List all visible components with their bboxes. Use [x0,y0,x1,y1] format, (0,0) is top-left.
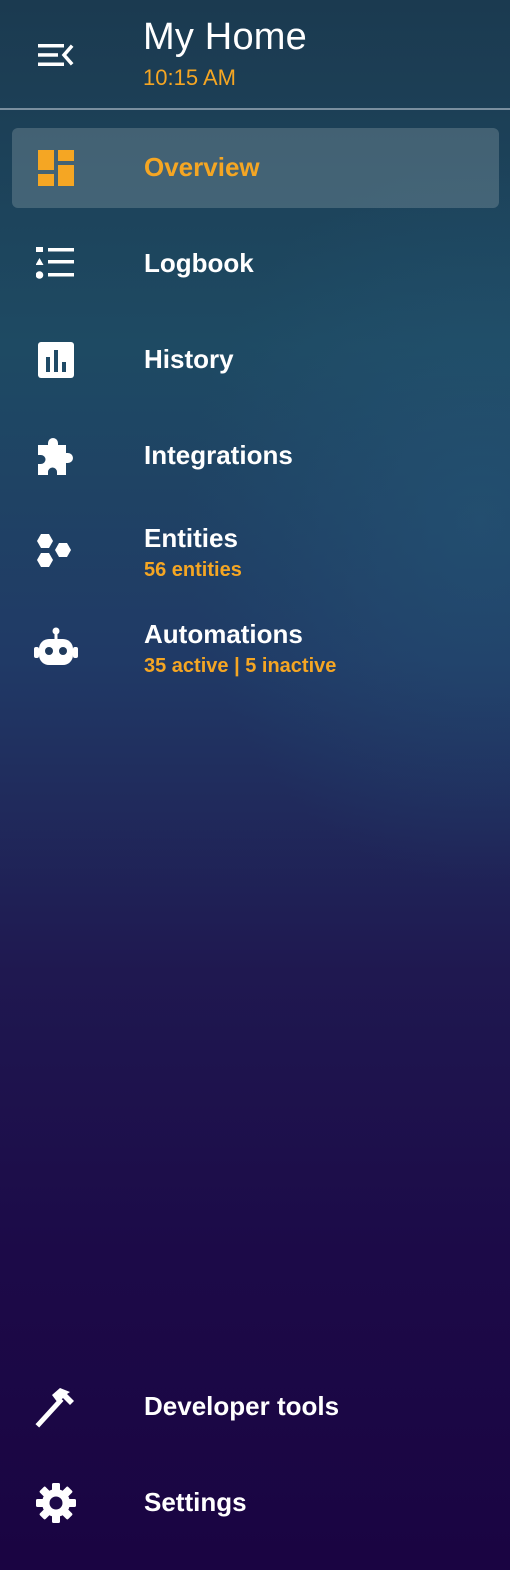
sidebar-item-label: Logbook [144,248,254,278]
sidebar-item-label: Automations [144,619,303,649]
current-time: 10:15 AM [143,65,236,90]
menu-collapse-icon [36,41,74,69]
sidebar-header: My Home 10:15 AM [0,0,510,110]
home-title: My Home [143,16,307,58]
hammer-icon [32,1385,80,1429]
sidebar-item-integrations[interactable]: Integrations [12,416,499,496]
sidebar-item-logbook[interactable]: Logbook [12,224,499,304]
sidebar-item-entities[interactable]: Entities 56 entities [12,512,499,592]
sidebar-item-label: History [144,344,234,374]
sidebar-item-label: Entities [144,523,238,553]
sidebar-item-developer-tools[interactable]: Developer tools [12,1367,499,1447]
sidebar-item-overview[interactable]: Overview [12,128,499,208]
hexagons-icon [32,530,80,574]
entities-count: 56 entities [144,559,242,581]
sidebar-item-automations[interactable]: Automations 35 active | 5 inactive [12,608,499,688]
sidebar-item-label: Settings [144,1487,247,1517]
sidebar-item-settings[interactable]: Settings [12,1463,499,1543]
logbook-icon [32,242,80,286]
dashboard-icon [32,146,80,190]
puzzle-icon [32,434,80,478]
sidebar-item-label: Overview [144,152,260,182]
menu-toggle-button[interactable] [30,32,80,78]
sidebar-item-label: Integrations [144,440,293,470]
chart-bar-icon [32,338,80,382]
automations-status: 35 active | 5 inactive [144,655,337,677]
sidebar-item-history[interactable]: History [12,320,499,400]
gear-icon [32,1481,80,1525]
robot-icon [32,626,80,670]
sidebar-item-label: Developer tools [144,1391,340,1421]
